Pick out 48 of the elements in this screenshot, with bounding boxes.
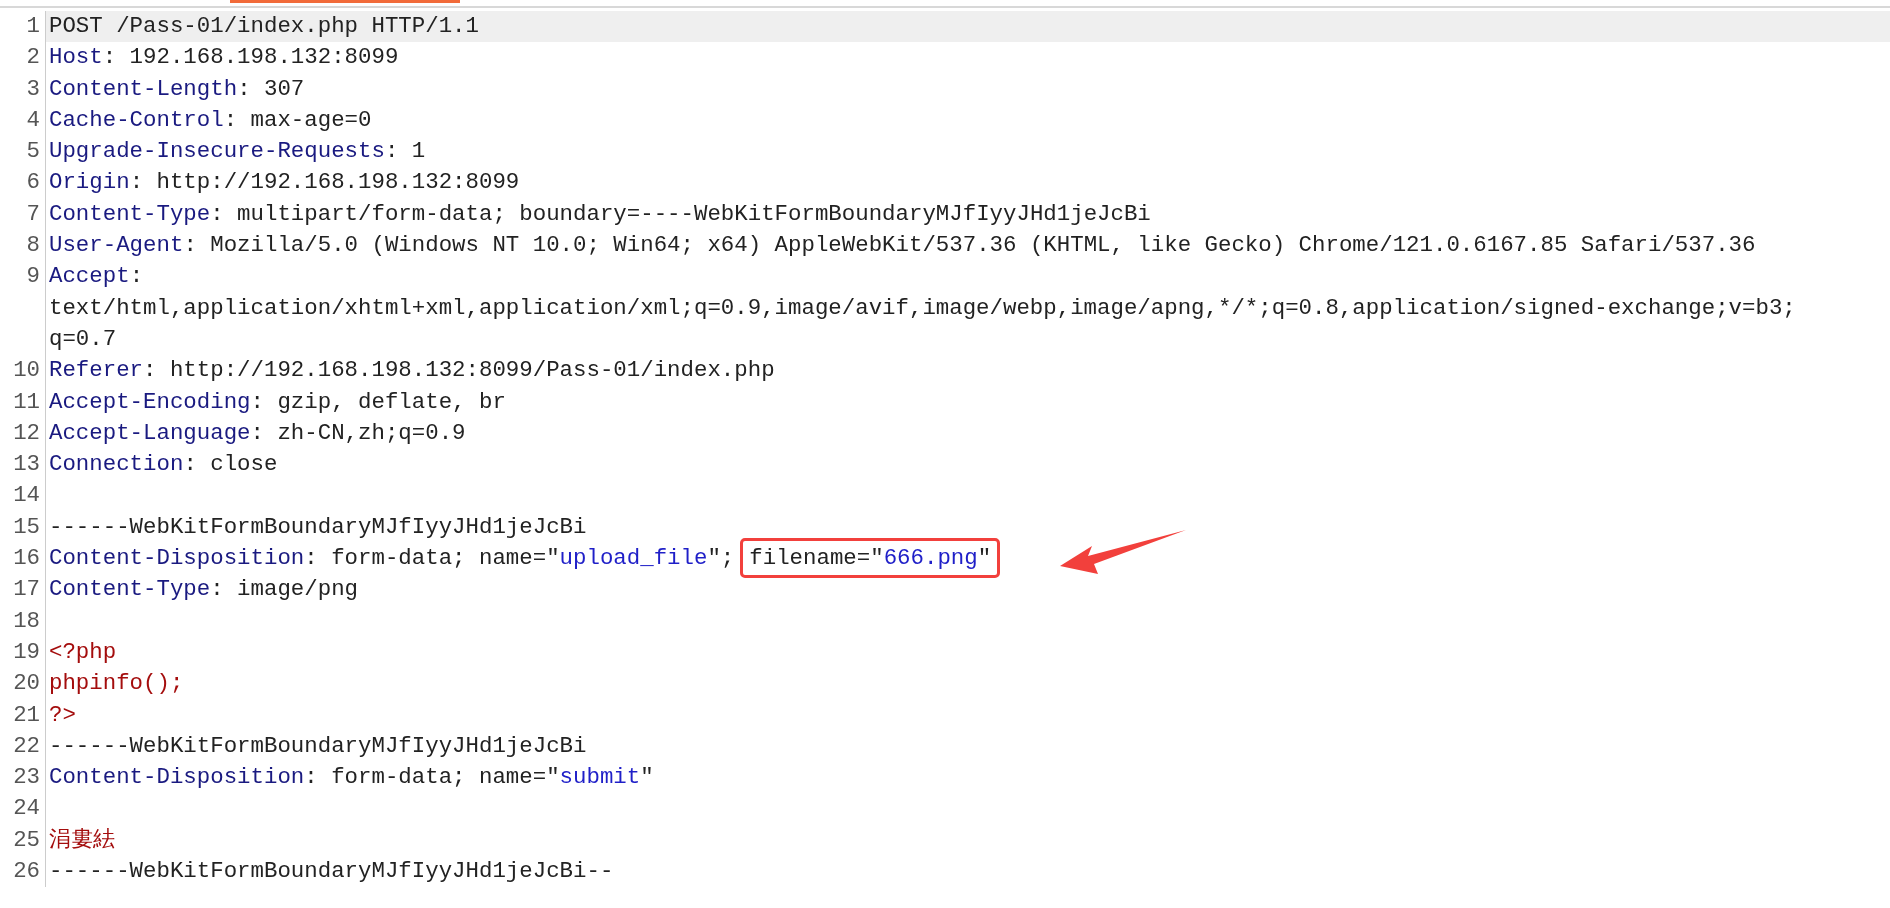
code-text: : close [183, 451, 278, 478]
code-text: : [129, 263, 144, 290]
header-name: Accept-Language [49, 419, 251, 446]
code-text: : form-data; name=″ [304, 545, 560, 572]
code-text: ″; [707, 545, 735, 572]
code-text: q=0.7 [49, 325, 117, 352]
header-name: Content-Disposition [49, 545, 305, 572]
header-name: Content-Length [49, 75, 238, 102]
code-text: : multipart/form-data; boundary=----WebKitFormBoundaryMJfIyyJHd1jeJcBi [210, 200, 1151, 227]
header-name: Host [49, 44, 103, 71]
header-name: Connection [49, 451, 184, 478]
code-text: ------WebKitFormBoundaryMJfIyyJHd1jeJcBi [49, 732, 587, 759]
header-name: Accept [49, 263, 130, 290]
code-text: 涓婁紶 [49, 826, 115, 853]
string-value: submit [559, 764, 641, 791]
header-name: Content-Type [49, 200, 211, 227]
code-text: : max-age=0 [223, 106, 372, 133]
code-text: : http://192.168.198.132:8099/Pass-01/index.php [143, 357, 775, 384]
code-text: : 1 [384, 138, 426, 165]
code-text: : Mozilla/5.0 (Windows NT 10.0; Win64; x64) AppleWebKit/537.36 (KHTML, like Gecko) Chrome/121.0.6167.85 Safari/537.36 [183, 232, 1756, 259]
code-text: POST /Pass-01/index.php HTTP/1.1 [49, 13, 479, 39]
header-name: Upgrade-Insecure-Requests [49, 138, 385, 165]
code-text: : zh-CN,zh;q=0.9 [250, 419, 466, 446]
code-text: : 192.168.198.132:8099 [102, 44, 399, 71]
header-name: Accept-Encoding [49, 388, 251, 415]
code-text: <?php [49, 638, 117, 665]
code-text: filename=″ [749, 545, 884, 572]
code-text: ″ [977, 545, 992, 572]
code-text: ?> [49, 701, 76, 728]
code-text: : form-data; name=″ [304, 764, 560, 791]
line-number: 1 [0, 11, 46, 43]
header-name: Cache-Control [49, 106, 224, 133]
code-text: ------WebKitFormBoundaryMJfIyyJHd1jeJcBi [49, 513, 587, 540]
code-text: ------WebKitFormBoundaryMJfIyyJHd1jeJcBi-- [49, 858, 614, 884]
code-text: ″ [640, 764, 654, 791]
code-text: text/html,application/xhtml+xml,application/xml;q=0.9,image/avif,image/webp,image/apng,*/*;q=0.8,application/signed-exchange;v=b3; [49, 294, 1796, 321]
code-text: : http://192.168.198.132:8099 [129, 169, 520, 196]
header-name: Origin [49, 169, 130, 196]
code-text: : 307 [237, 75, 305, 102]
code-text: : gzip, deflate, br [250, 388, 506, 415]
header-name: User-Agent [49, 232, 184, 259]
code-text: : image/png [210, 576, 359, 603]
string-value: 666.png [883, 545, 978, 572]
header-name: Content-Disposition [49, 764, 305, 791]
string-value: upload_file [559, 545, 708, 572]
code-text: phpinfo(); [49, 670, 184, 697]
header-name: Referer [49, 357, 144, 384]
header-name: Content-Type [49, 576, 211, 603]
